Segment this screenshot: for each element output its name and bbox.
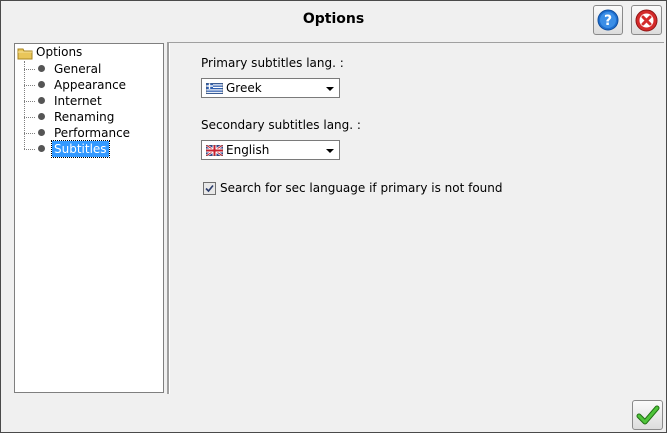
uk-flag-icon [206, 145, 223, 156]
options-window: Options ? Options General Appearance Int… [0, 0, 667, 433]
bullet-icon [38, 145, 45, 152]
svg-text:?: ? [604, 13, 612, 29]
tree-item-label: Performance [54, 126, 131, 140]
help-button[interactable]: ? [593, 5, 623, 35]
folder-icon [17, 48, 33, 60]
primary-lang-value: Greek [226, 81, 262, 95]
help-icon: ? [597, 9, 619, 31]
tree-item-label: Internet [54, 94, 102, 108]
content-top-divider [167, 42, 664, 43]
greece-flag-icon [206, 83, 223, 94]
bullet-icon [38, 81, 45, 88]
tree-item-label: Renaming [54, 110, 115, 124]
secondary-lang-label: Secondary subtitles lang. : [201, 118, 361, 132]
bullet-icon [38, 65, 45, 72]
tree-item-label-selected: Subtitles [51, 140, 110, 158]
tree-item-label: General [54, 62, 102, 76]
tree-connector [24, 61, 25, 149]
panel-divider [167, 43, 170, 394]
bullet-icon [38, 129, 45, 136]
chevron-down-icon[interactable] [321, 79, 339, 97]
bullet-icon [38, 97, 45, 104]
sec-language-fallback-label[interactable]: Search for sec language if primary is no… [220, 181, 503, 195]
ok-button[interactable] [632, 400, 663, 430]
sec-language-fallback-checkbox[interactable] [203, 182, 216, 195]
close-icon [635, 9, 658, 32]
secondary-lang-select[interactable]: English [201, 140, 340, 160]
primary-lang-select[interactable]: Greek [201, 78, 340, 98]
tree-item-label: Appearance [54, 78, 127, 92]
secondary-lang-value: English [226, 143, 270, 157]
window-title: Options [302, 11, 365, 27]
options-tree[interactable]: Options General Appearance Internet Rena… [14, 43, 164, 393]
title-bar: Options ? [1, 1, 666, 41]
tree-root-label: Options [36, 45, 83, 59]
chevron-down-icon[interactable] [321, 141, 339, 159]
bullet-icon [38, 113, 45, 120]
close-button[interactable] [631, 5, 662, 35]
checkmark-icon [205, 184, 214, 193]
primary-lang-label: Primary subtitles lang. : [201, 56, 344, 70]
checkmark-icon [636, 405, 660, 425]
